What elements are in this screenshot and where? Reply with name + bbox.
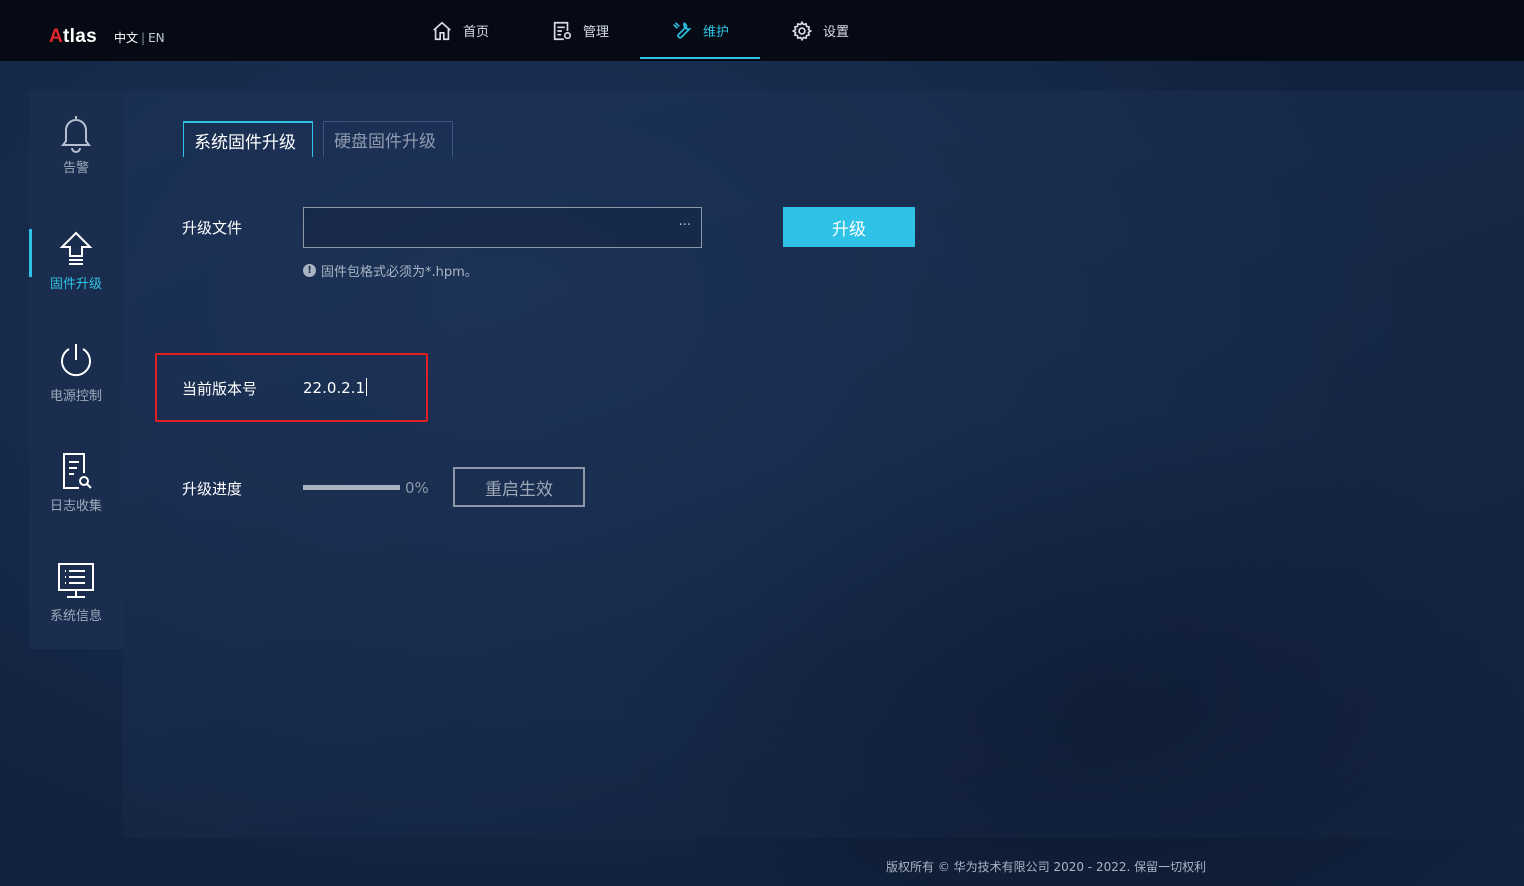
- lang-zh-option[interactable]: 中文: [114, 31, 138, 45]
- manage-icon: [553, 21, 572, 40]
- nav-manage[interactable]: 管理: [520, 0, 640, 61]
- sidebar-item-system-info[interactable]: 系统信息: [29, 561, 123, 641]
- nav-maintenance[interactable]: 维护: [640, 0, 760, 61]
- text-cursor: [366, 378, 368, 396]
- lang-en-option[interactable]: EN: [148, 31, 165, 45]
- tab-system-firmware-upgrade[interactable]: 系统固件升级: [183, 121, 313, 157]
- monitor-list-icon: [58, 563, 94, 598]
- wrench-icon: [673, 21, 692, 38]
- sidebar-item-alarm[interactable]: 告警: [29, 113, 123, 193]
- nav-home[interactable]: 首页: [400, 0, 520, 61]
- gear-icon: [791, 20, 813, 41]
- file-format-hint: ! 固件包格式必须为*.hpm。: [303, 261, 478, 280]
- main-panel: [123, 91, 1524, 838]
- atlas-logo: Atlas: [49, 26, 97, 47]
- upgrade-arrow-icon: [59, 231, 93, 265]
- upgrade-file-input[interactable]: ···: [303, 207, 702, 248]
- power-icon: [61, 344, 91, 377]
- tab-disk-firmware-upgrade[interactable]: 硬盘固件升级: [323, 121, 453, 157]
- top-bar: Atlas 中文 | EN 首页 管理 维护 设置: [0, 0, 1524, 61]
- upgrade-file-label: 升级文件: [182, 219, 243, 237]
- log-search-icon: [63, 453, 92, 489]
- language-switch: 中文 | EN: [114, 31, 165, 45]
- info-icon: !: [303, 264, 316, 277]
- sidebar-item-firmware-upgrade[interactable]: 固件升级: [29, 229, 123, 309]
- bell-icon: [61, 116, 91, 153]
- sidebar: 告警 固件升级 电源控制 日志收集 系统信息: [29, 91, 123, 649]
- current-version-label: 当前版本号: [182, 380, 258, 398]
- nav-settings[interactable]: 设置: [760, 0, 880, 61]
- browse-file-button[interactable]: ···: [679, 218, 691, 233]
- current-version-value: 22.0.2.1: [303, 378, 368, 397]
- restart-to-apply-button[interactable]: 重启生效: [453, 467, 585, 507]
- sidebar-item-power-control[interactable]: 电源控制: [29, 341, 123, 421]
- progress-percent-text: 0%: [405, 479, 429, 497]
- upgrade-progress-bar: [303, 485, 400, 490]
- sidebar-item-log-collection[interactable]: 日志收集: [29, 451, 123, 531]
- upgrade-button[interactable]: 升级: [783, 207, 915, 247]
- upgrade-progress-label: 升级进度: [182, 480, 243, 498]
- main-nav: 首页 管理 维护 设置: [400, 0, 880, 61]
- home-icon: [433, 21, 451, 40]
- copyright-footer: 版权所有 © 华为技术有限公司 2020 - 2022. 保留一切权利: [886, 860, 1207, 874]
